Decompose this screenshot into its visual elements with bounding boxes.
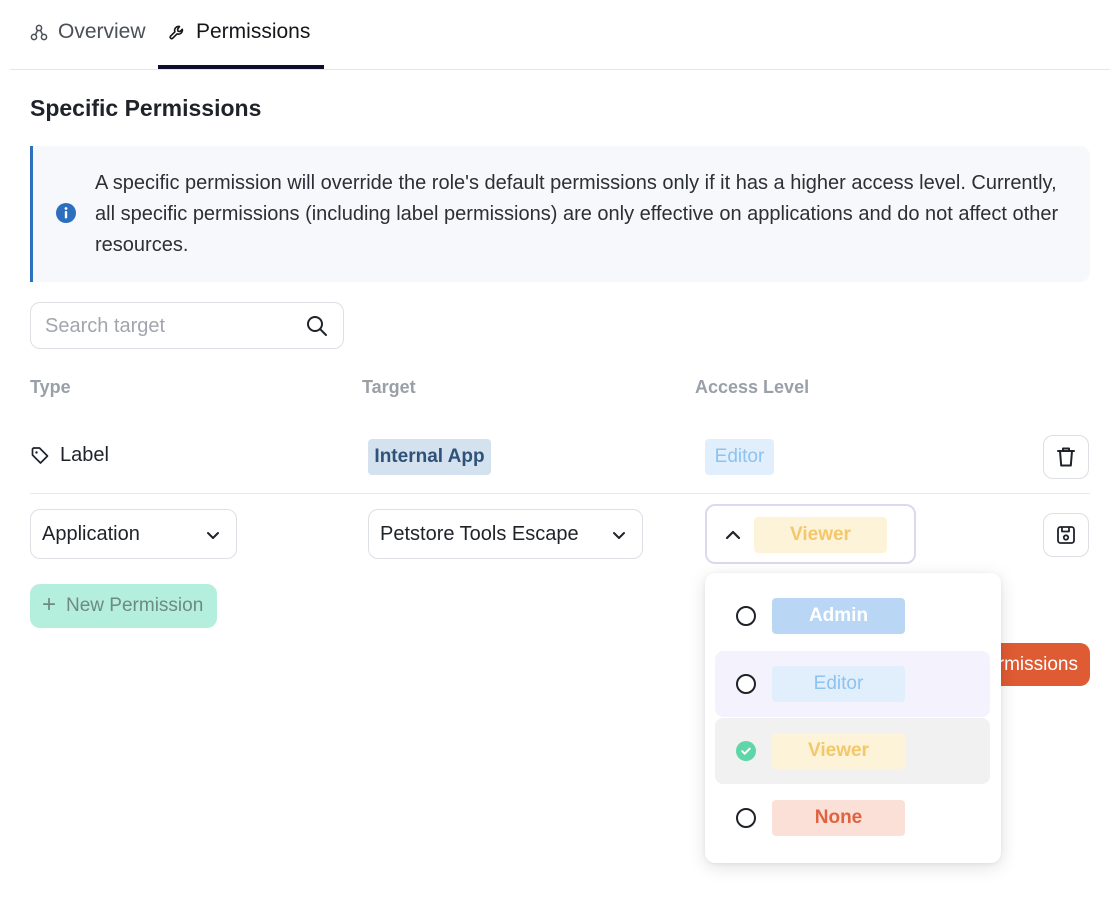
option-editor[interactable]: Editor: [715, 651, 990, 717]
type-select[interactable]: Application: [30, 509, 237, 559]
tag-icon: [30, 446, 50, 466]
chevron-down-icon: [204, 526, 222, 544]
radio-unchecked: [736, 808, 756, 828]
tab-overview-label: Overview: [58, 20, 146, 43]
target-select[interactable]: Petstore Tools Escape: [368, 509, 643, 559]
row-1-type-label: Label: [60, 444, 109, 466]
trash-icon: [1056, 446, 1076, 468]
row-divider: [30, 493, 1090, 494]
active-tab-indicator: [158, 65, 324, 69]
delete-button[interactable]: [1043, 435, 1089, 479]
chevron-down-icon: [610, 526, 628, 544]
save-row-button[interactable]: [1043, 513, 1089, 557]
access-level-select[interactable]: Viewer: [705, 504, 916, 564]
search-box: [30, 302, 344, 349]
tab-permissions[interactable]: Permissions: [158, 20, 324, 70]
floppy-disk-icon: [1056, 525, 1076, 545]
access-level-value: Viewer: [754, 517, 887, 553]
search-input[interactable]: [45, 311, 295, 341]
plus-icon: +: [42, 591, 57, 618]
row-1-access-badge: Editor: [705, 439, 774, 475]
wrench-icon: [168, 24, 188, 44]
info-banner: A specific permission will override the …: [30, 146, 1090, 282]
option-viewer-label: Viewer: [772, 733, 905, 769]
option-admin[interactable]: Admin: [715, 583, 990, 649]
tab-overview[interactable]: Overview: [30, 20, 146, 70]
row-1-target-badge: Internal App: [368, 439, 491, 475]
new-permission-button[interactable]: + New Permission: [30, 584, 217, 628]
info-circle-icon: [55, 202, 77, 224]
radio-unchecked: [736, 674, 756, 694]
row-1-type: Label: [30, 444, 109, 467]
target-select-value: Petstore Tools Escape: [380, 522, 579, 545]
new-permission-label: New Permission: [66, 595, 204, 616]
tab-bar: Overview Permissions: [10, 0, 1110, 70]
option-editor-label: Editor: [772, 666, 905, 702]
check-circle-icon: [736, 741, 756, 761]
radio-unchecked: [736, 606, 756, 626]
option-admin-label: Admin: [772, 598, 905, 634]
tab-permissions-label: Permissions: [196, 20, 311, 43]
type-select-value: Application: [42, 522, 140, 545]
option-none[interactable]: None: [715, 785, 990, 851]
access-level-dropdown: Admin Editor Viewer None: [705, 573, 1001, 863]
search-icon[interactable]: [305, 314, 329, 338]
column-header-type: Type: [30, 377, 71, 397]
info-text: A specific permission will override the …: [95, 172, 1059, 256]
page-title: Specific Permissions: [30, 95, 262, 121]
option-none-label: None: [772, 800, 905, 836]
chevron-up-icon: [723, 525, 743, 545]
nodes-icon: [30, 24, 50, 44]
column-header-target: Target: [362, 377, 416, 397]
option-viewer[interactable]: Viewer: [715, 718, 990, 784]
column-header-access: Access Level: [695, 377, 810, 397]
